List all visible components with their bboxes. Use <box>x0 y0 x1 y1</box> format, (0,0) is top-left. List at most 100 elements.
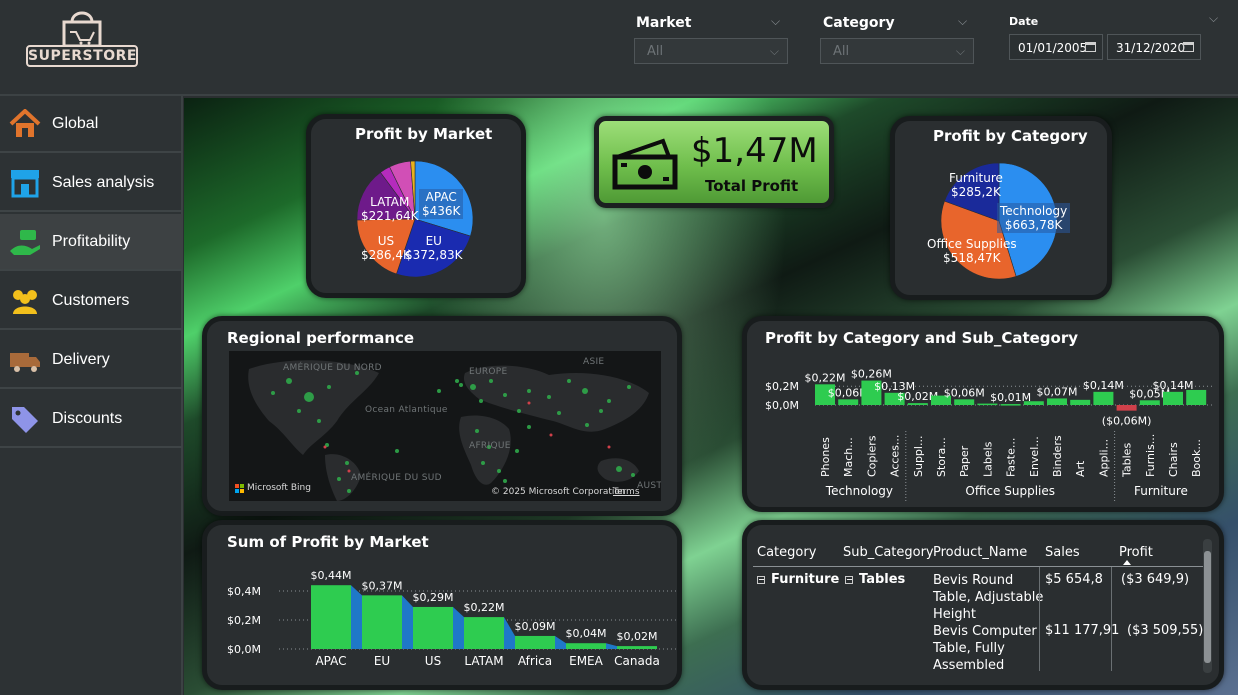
row-category-furniture[interactable]: − Furniture <box>757 572 839 587</box>
total-profit-card[interactable]: $1,47M Total Profit <box>594 116 834 208</box>
map-data-point[interactable] <box>345 461 349 465</box>
bar-apac[interactable] <box>311 585 351 649</box>
map-data-point[interactable] <box>337 477 341 481</box>
category-slicer-dropdown[interactable]: All ⌵ <box>820 38 974 64</box>
sidebar-item-delivery[interactable]: Delivery <box>0 332 182 389</box>
profit-subcategory-bar-chart[interactable]: $0,2M $0,0M $0,22M Phones $0,06M Mach... $0,26… <box>747 343 1217 513</box>
bar-furnis[interactable] <box>1139 400 1160 405</box>
bar-faste[interactable] <box>1000 404 1021 406</box>
product-table-panel[interactable]: Category Sub_Category Product_Name Sales… <box>742 520 1224 690</box>
sidebar-item-customers[interactable]: Customers <box>0 273 182 330</box>
map-data-point[interactable] <box>549 433 553 437</box>
date-start-input[interactable]: 01/01/2005 <box>1009 34 1103 60</box>
map-data-point[interactable] <box>459 383 463 387</box>
sidebar-item-profitability[interactable]: Profitability <box>0 214 182 271</box>
map-data-point[interactable] <box>489 379 493 383</box>
map-data-point[interactable] <box>479 399 483 403</box>
sidebar-item-global[interactable]: Global <box>0 96 182 153</box>
map-canvas[interactable] <box>229 351 661 501</box>
map-data-point[interactable] <box>327 385 331 389</box>
sum-profit-market-ribbon-chart[interactable]: $0,4M $0,2M $0,0M $0,44M APAC $0,37M EU $0,29M U… <box>207 551 677 691</box>
map-data-point[interactable] <box>585 423 589 427</box>
calendar-icon[interactable] <box>1183 42 1194 52</box>
map-data-point[interactable] <box>475 429 479 433</box>
sidebar-item-discounts[interactable]: Discounts <box>0 391 182 448</box>
row-subcategory-tables[interactable]: − Tables <box>845 572 905 587</box>
map-data-point[interactable] <box>527 425 531 429</box>
table-header-category[interactable]: Category <box>757 545 816 560</box>
sum-profit-market-panel[interactable]: Sum of Profit by Market $0,4M $0,2M $0,0M $… <box>202 520 682 690</box>
map-terms-link[interactable]: Terms <box>613 487 640 497</box>
chevron-down-icon[interactable]: ⌵ <box>1209 11 1218 26</box>
table-header-sub-category[interactable]: Sub_Category <box>843 545 934 560</box>
map-data-point[interactable] <box>517 409 521 413</box>
world-map[interactable]: AMÉRIQUE DU NORD EUROPE ASIE Ocean Atlan… <box>229 351 661 501</box>
superstore-logo[interactable]: SUPERSTORE <box>26 8 138 80</box>
table-row[interactable]: Bevis Computer Table, Fully Assembled <box>933 623 1037 674</box>
map-data-point[interactable] <box>497 469 501 473</box>
map-data-point[interactable] <box>527 389 531 393</box>
sidebar-item-sales-analysis[interactable]: Sales analysis <box>0 155 182 212</box>
map-data-point[interactable] <box>323 445 327 449</box>
map-data-point[interactable] <box>304 392 314 402</box>
map-data-point[interactable] <box>567 379 571 383</box>
map-data-point[interactable] <box>631 473 635 477</box>
profit-by-category-panel[interactable]: Profit by Category Technology $663,78K Of… <box>890 116 1112 300</box>
calendar-icon[interactable] <box>1085 42 1096 52</box>
scrollbar-thumb[interactable] <box>1204 551 1211 663</box>
profit-subcategory-panel[interactable]: Profit by Category and Sub_Category $0,2… <box>742 316 1224 512</box>
vertical-scrollbar[interactable] <box>1203 539 1212 673</box>
map-data-point[interactable] <box>607 399 611 403</box>
map-data-point[interactable] <box>297 409 301 413</box>
map-data-point[interactable] <box>599 409 603 413</box>
bar-book[interactable] <box>1186 389 1207 405</box>
bar-tables[interactable] <box>1116 405 1137 411</box>
regional-performance-panel[interactable]: Regional performance AMÉRIQUE DU NORD EU… <box>202 316 682 516</box>
map-data-point[interactable] <box>317 419 321 423</box>
map-data-point[interactable] <box>481 461 485 465</box>
bar-suppl[interactable] <box>907 403 928 405</box>
bar-us[interactable] <box>413 606 453 649</box>
table-header-sales[interactable]: Sales <box>1045 545 1080 560</box>
map-data-point[interactable] <box>515 449 519 453</box>
table-row[interactable]: Bevis Round Table, Adjustable Height <box>933 572 1043 623</box>
map-data-point[interactable] <box>347 489 351 493</box>
date-end-input[interactable]: 31/12/2020 <box>1107 34 1201 60</box>
bar-africa[interactable] <box>515 635 555 649</box>
map-data-point[interactable] <box>271 391 275 395</box>
map-data-point[interactable] <box>395 449 399 453</box>
table-header-profit[interactable]: Profit <box>1119 545 1153 560</box>
collapse-icon[interactable]: − <box>845 575 853 584</box>
map-data-point[interactable] <box>527 401 531 405</box>
map-data-point[interactable] <box>503 479 507 483</box>
sort-ascending-icon[interactable] <box>1123 560 1131 565</box>
bar-eu[interactable] <box>362 595 402 649</box>
bar-canada[interactable] <box>617 646 657 649</box>
map-data-point[interactable] <box>286 378 292 384</box>
bar-paper[interactable] <box>954 399 975 405</box>
chevron-down-icon[interactable]: ⌵ <box>958 14 967 29</box>
profit-by-market-panel[interactable]: Profit by Market APAC $436K EU $372,83K US… <box>306 114 526 298</box>
collapse-icon[interactable]: − <box>757 575 765 584</box>
bar-emea[interactable] <box>566 643 606 649</box>
map-data-point[interactable] <box>470 384 476 390</box>
map-data-point[interactable] <box>547 395 551 399</box>
bar-envel[interactable] <box>1023 401 1044 405</box>
bar-binders[interactable] <box>1047 398 1067 405</box>
map-data-point[interactable] <box>607 445 611 449</box>
bar-chairs[interactable] <box>1163 391 1183 405</box>
map-data-point[interactable] <box>437 389 441 393</box>
map-data-point[interactable] <box>455 379 459 383</box>
map-data-point[interactable] <box>557 411 561 415</box>
map-data-point[interactable] <box>616 466 622 472</box>
chevron-down-icon[interactable]: ⌵ <box>771 14 780 29</box>
bar-appli[interactable] <box>1093 391 1114 405</box>
bar-art[interactable] <box>1070 399 1091 405</box>
bar-latam[interactable] <box>464 617 504 649</box>
map-data-point[interactable] <box>627 385 631 389</box>
bar-mach[interactable] <box>838 399 859 405</box>
map-data-point[interactable] <box>503 393 507 397</box>
table-header-product-name[interactable]: Product_Name <box>933 545 1027 560</box>
map-data-point[interactable] <box>582 388 588 394</box>
market-slicer-dropdown[interactable]: All ⌵ <box>634 38 788 64</box>
